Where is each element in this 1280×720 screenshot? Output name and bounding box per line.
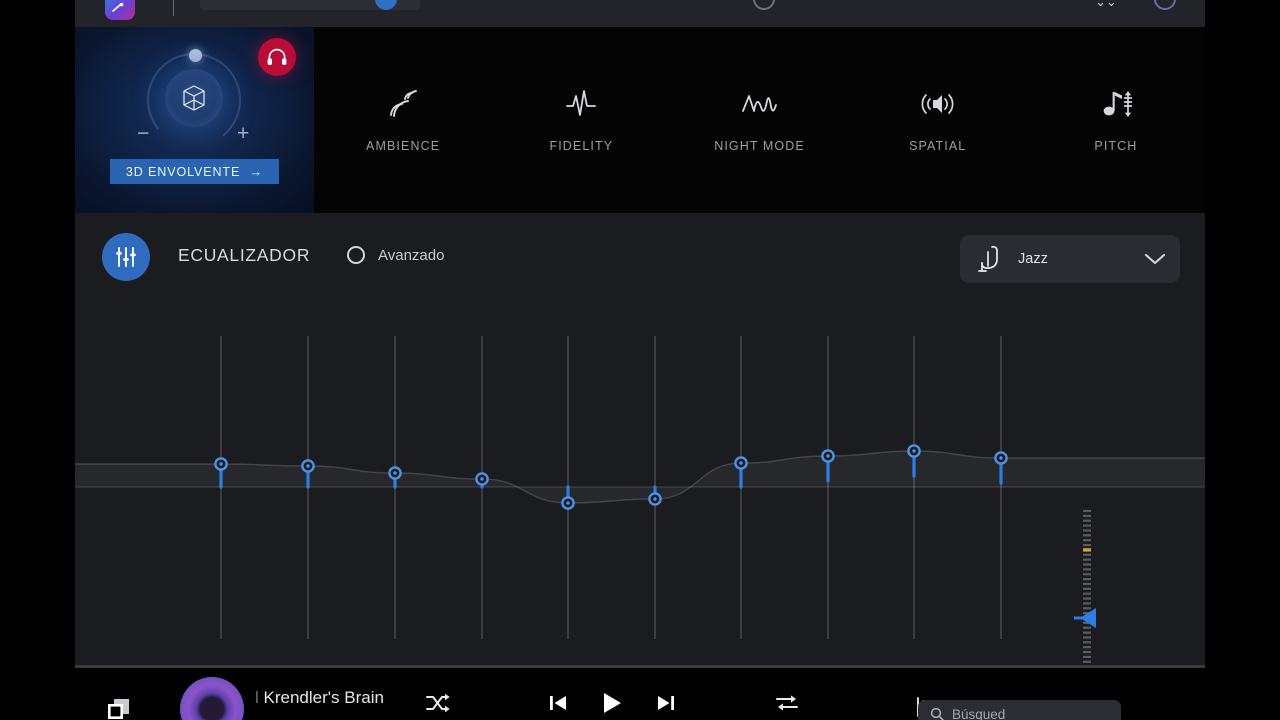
surround-knob[interactable]: − + [127, 35, 261, 152]
letterbox-right [1205, 0, 1280, 720]
toolbar-user-icon[interactable] [1154, 0, 1176, 10]
previous-button[interactable] [547, 692, 569, 714]
saxophone-icon [960, 244, 1018, 274]
spatial-speaker-icon [916, 87, 960, 121]
logo-glyph-icon [112, 3, 124, 12]
feature-ambience[interactable]: AMBIENCE [314, 87, 492, 153]
equalizer-glyph-icon [116, 247, 136, 267]
headphones-glyph-icon [267, 48, 287, 65]
advanced-label: Avanzado [378, 246, 445, 264]
feature-strip: AMBIENCE FIDELITY NIGHT MODE SPATIAL PIT… [314, 27, 1205, 213]
app-top-bar: ⌄⌄ [75, 0, 1205, 27]
track-title-prefix: l [255, 688, 259, 707]
headphones-icon[interactable] [258, 38, 296, 76]
feature-label: AMBIENCE [366, 139, 441, 153]
player-divider [75, 665, 1205, 668]
search-placeholder: Búsqued [952, 706, 1006, 720]
chevron-down-icon[interactable] [1130, 252, 1180, 266]
equalizer-sliders-icon[interactable] [102, 233, 150, 281]
search-icon [930, 707, 944, 720]
feature-night-mode[interactable]: NIGHT MODE [670, 87, 848, 153]
app-window: ⌄⌄ − + 3D ENVOLVENTE → AMBIENCE FIDELITY… [0, 0, 1280, 720]
fidelity-pulse-icon [561, 87, 601, 121]
ambience-waves-icon [383, 87, 423, 121]
window-restore-icon[interactable] [106, 695, 136, 720]
equalizer-curve-svg[interactable] [75, 296, 1205, 665]
search-box[interactable]: Búsqued [918, 700, 1121, 720]
feature-label: FIDELITY [549, 139, 614, 153]
advanced-toggle[interactable]: Avanzado [347, 246, 444, 264]
pitch-note-icon [1096, 87, 1136, 121]
equalizer-card: ECUALIZADOR Avanzado Jazz [75, 213, 1205, 720]
track-title: l Krendler's Brain [255, 688, 384, 708]
surround-decrease-button[interactable]: − [137, 123, 149, 144]
letterbox-left [0, 0, 75, 720]
equalizer-header: ECUALIZADOR Avanzado Jazz [75, 213, 1205, 296]
toolbar-history-icon[interactable] [753, 0, 775, 10]
page-title: ECUALIZADOR [178, 245, 311, 265]
preset-dropdown[interactable]: Jazz [960, 235, 1180, 283]
feature-label: NIGHT MODE [714, 139, 805, 153]
surround-3d-panel: − + 3D ENVOLVENTE → [75, 27, 314, 213]
feature-pitch[interactable]: PITCH [1027, 87, 1205, 153]
cube-3d-icon[interactable] [165, 69, 223, 127]
feature-fidelity[interactable]: FIDELITY [492, 87, 670, 153]
preamp-marker-triangle[interactable] [1080, 608, 1096, 628]
knob-position-dot[interactable] [189, 49, 202, 62]
eq-response-area [75, 451, 1205, 503]
surround-3d-button-label: 3D ENVOLVENTE [125, 164, 241, 179]
app-logo-icon[interactable] [105, 0, 135, 20]
play-button[interactable] [599, 690, 625, 716]
feature-label: PITCH [1094, 139, 1138, 153]
surround-3d-button[interactable]: 3D ENVOLVENTE → [110, 159, 279, 184]
advanced-radio[interactable] [347, 246, 365, 264]
arrow-right-icon: → [249, 164, 264, 179]
shuffle-button[interactable] [425, 691, 451, 715]
next-button[interactable] [655, 692, 677, 714]
playback-controls [425, 690, 801, 716]
cube-3d-glyph-icon [183, 85, 205, 111]
equalizer-graph[interactable] [75, 296, 1205, 665]
toolbar-chevron-icons[interactable]: ⌄⌄ [1095, 0, 1123, 9]
feature-label: SPATIAL [909, 139, 967, 153]
night-mode-wave-icon [738, 87, 782, 121]
album-art[interactable] [180, 677, 244, 720]
surround-increase-button[interactable]: + [237, 123, 249, 144]
preset-name: Jazz [1018, 251, 1048, 267]
repeat-button[interactable] [773, 691, 801, 715]
track-title-text: Krendler's Brain [263, 688, 384, 707]
toolbar-divider [173, 0, 174, 16]
feature-spatial[interactable]: SPATIAL [849, 87, 1027, 153]
